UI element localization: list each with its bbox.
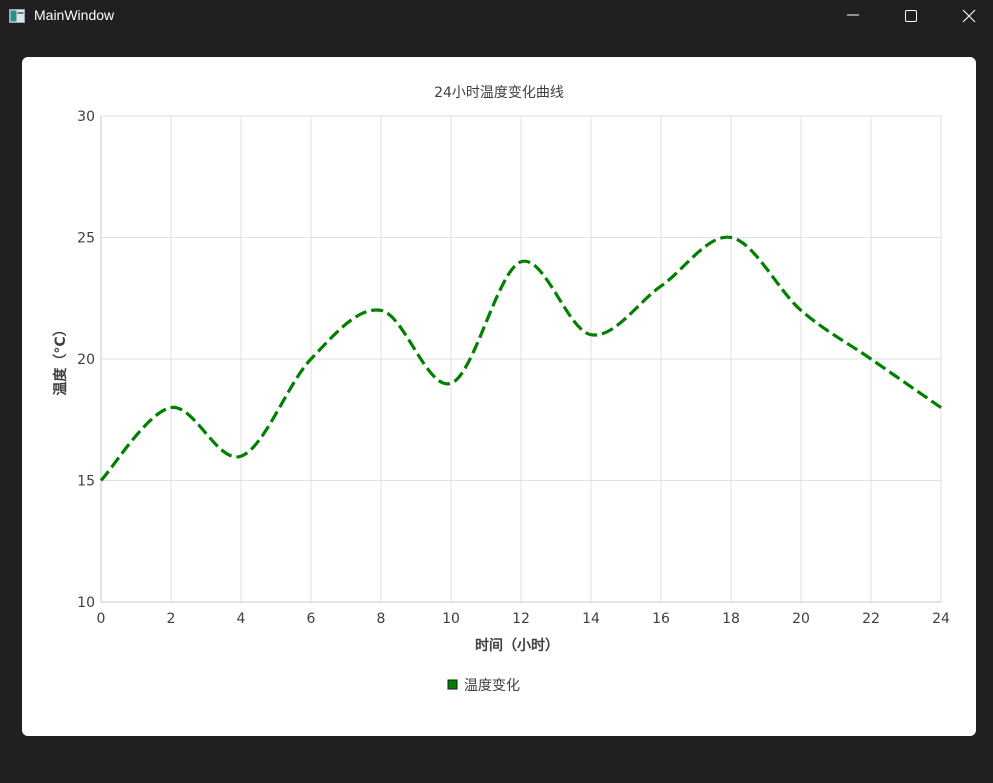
y-tick-label: 30	[77, 109, 95, 125]
y-tick-label: 10	[77, 595, 95, 611]
x-tick-label: 18	[722, 611, 740, 627]
x-axis-title: 时间（小时）	[475, 637, 559, 654]
window-title: MainWindow	[34, 7, 115, 23]
x-tick-label: 14	[582, 611, 600, 627]
close-icon	[962, 9, 976, 23]
chart-title: 24小时温度变化曲线	[434, 85, 564, 101]
y-tick-label: 20	[77, 352, 95, 368]
minimize-button[interactable]	[829, 0, 875, 32]
x-tick-label: 2	[167, 611, 176, 627]
minimize-icon	[847, 14, 859, 16]
x-tick-label: 12	[512, 611, 530, 627]
x-tick-label: 4	[237, 611, 246, 627]
grid-layer	[100, 115, 942, 603]
y-tick-label: 25	[77, 231, 95, 247]
title-bar: MainWindow	[0, 0, 993, 32]
x-tick-label: 20	[792, 611, 810, 627]
x-tick-label: 8	[377, 611, 386, 627]
x-tick-label: 10	[442, 611, 460, 627]
maximize-button[interactable]	[887, 0, 933, 32]
x-tick-label: 6	[307, 611, 316, 627]
x-tick-label: 22	[862, 611, 880, 627]
axis-layer: 0 2 4 6 8 10 12 14 16 18 20 22 241015202530	[77, 109, 950, 627]
x-tick-label: 0	[97, 611, 106, 627]
chart-panel: 0 2 4 6 8 10 12 14 16 18 20 22 24 10 15 20 25 30 24小时温度变化…	[22, 57, 976, 736]
y-tick-label: 15	[77, 474, 95, 490]
temperature-chart: 0 2 4 6 8 10 12 14 16 18 20 22 241015202530 24小时温度变化…	[52, 85, 950, 694]
y-axis-title: 温度（°C）	[52, 322, 69, 395]
x-tick-label: 16	[652, 611, 670, 627]
legend-marker	[447, 679, 458, 690]
x-tick-label: 24	[932, 611, 950, 627]
close-button[interactable]	[945, 0, 991, 32]
legend: 温度变化	[447, 678, 520, 694]
app-window-icon	[9, 8, 25, 23]
legend-label: 温度变化	[464, 678, 520, 694]
maximize-icon	[905, 10, 917, 22]
